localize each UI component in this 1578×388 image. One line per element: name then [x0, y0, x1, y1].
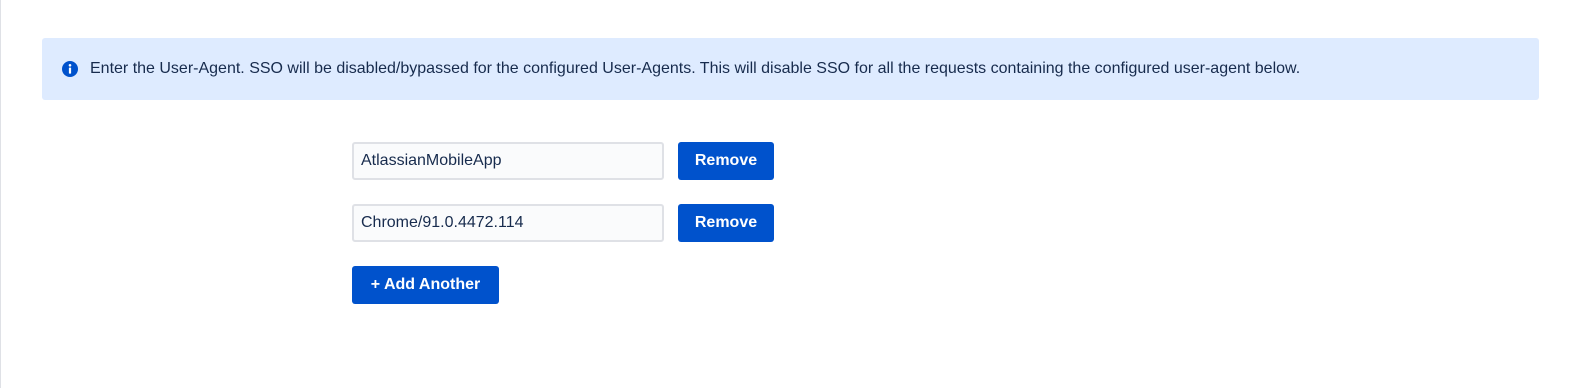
- remove-button[interactable]: Remove: [678, 204, 774, 242]
- info-icon: [62, 61, 78, 77]
- user-agent-input[interactable]: [352, 204, 664, 242]
- info-banner: Enter the User-Agent. SSO will be disabl…: [42, 38, 1539, 100]
- user-agent-row: Remove: [352, 142, 774, 180]
- user-agent-config-panel: Enter the User-Agent. SSO will be disabl…: [0, 0, 1578, 388]
- info-banner-text: Enter the User-Agent. SSO will be disabl…: [90, 60, 1301, 77]
- user-agent-input[interactable]: [352, 142, 664, 180]
- remove-button[interactable]: Remove: [678, 142, 774, 180]
- user-agent-row: Remove: [352, 204, 774, 242]
- add-another-button[interactable]: + Add Another: [352, 266, 499, 304]
